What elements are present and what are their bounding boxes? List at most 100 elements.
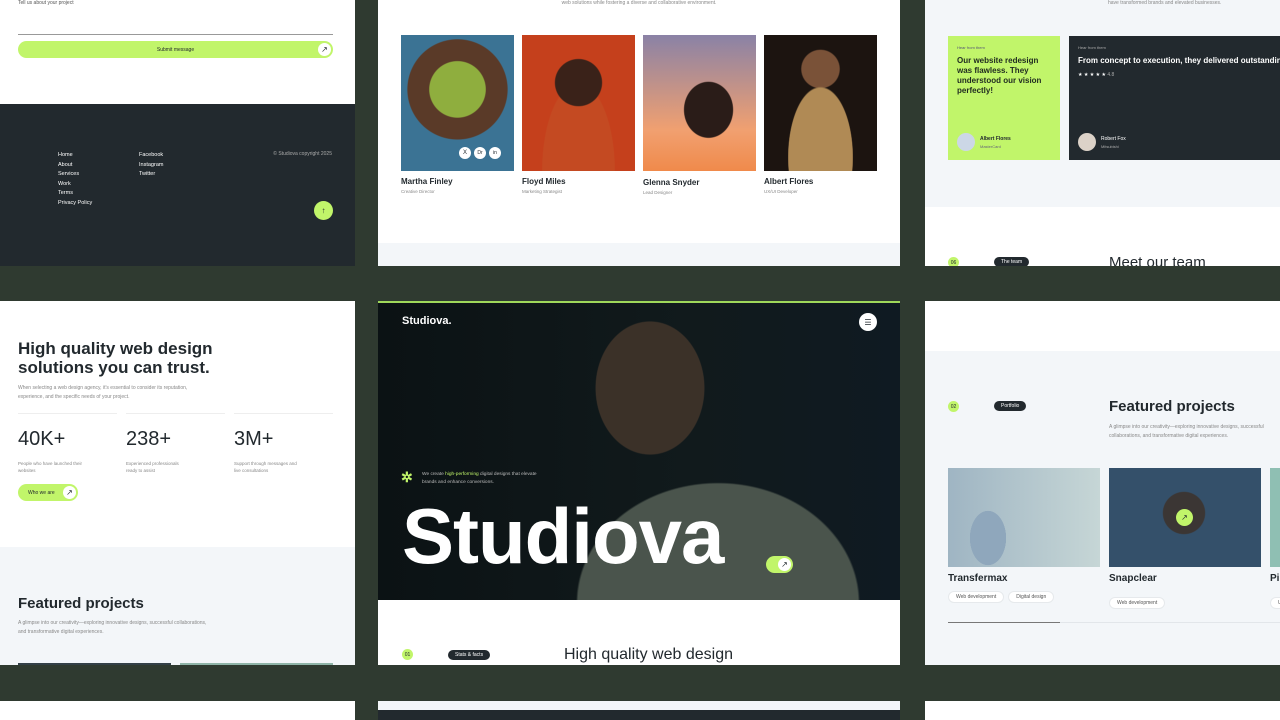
submit-button[interactable]: Submit message ↗: [18, 41, 333, 58]
project-name: Snapclear: [1109, 573, 1157, 584]
featured-heading: Featured projects: [18, 595, 144, 612]
stats-description: When selecting a web design agency, it's…: [18, 385, 188, 400]
section-number: 02: [948, 401, 959, 412]
stat-label: Experienced professionals ready to assis…: [126, 461, 179, 473]
panel-fragment: [0, 701, 355, 720]
footer-link-services[interactable]: Services: [58, 171, 92, 177]
member-role: UX/UI Developer: [764, 189, 798, 194]
section-tag: The team: [994, 257, 1030, 266]
featured-heading: Featured projects: [1109, 398, 1235, 415]
section-heading: High quality web design: [564, 646, 733, 663]
star-rating-icon: ★ ★ ★ ★ ★: [1078, 72, 1106, 78]
team-intro: web solutions while fostering a diverse …: [561, 0, 717, 6]
linkedin-social-icon[interactable]: in: [489, 147, 501, 159]
rating-value: 4.8: [1107, 72, 1115, 78]
project-name: Transfermax: [948, 573, 1008, 584]
project-tag: U: [1270, 597, 1280, 609]
project-image[interactable]: ↗: [1109, 468, 1261, 567]
member-name: Floyd Miles: [522, 177, 566, 186]
member-photo: X Dr in: [401, 35, 514, 171]
dribbble-social-icon[interactable]: Dr: [474, 147, 486, 159]
stat-value: 3M+: [234, 428, 274, 450]
author-company: MasterCard: [980, 144, 1001, 149]
section-divider: [378, 243, 900, 266]
footer-link-work[interactable]: Work: [58, 181, 92, 187]
logo[interactable]: Studiova.: [402, 315, 452, 327]
arrow-up-icon: ↑: [321, 206, 326, 215]
member-photo: [643, 35, 756, 171]
menu-button[interactable]: ☰: [859, 313, 877, 331]
contact-footer-panel: Tell us about your project Submit messag…: [0, 0, 355, 266]
portfolio-panel: 02 Portfolio Featured projects A glimpse…: [925, 301, 1280, 665]
member-photo: [764, 35, 877, 171]
project-image[interactable]: [1270, 468, 1280, 567]
arrow-icon: ↗: [63, 486, 76, 499]
author-company: Mitsubishi: [1101, 144, 1119, 149]
message-input[interactable]: [18, 34, 333, 35]
testimonial-card: Hear from them Our website redesign was …: [948, 36, 1060, 160]
footer-link-home[interactable]: Home: [58, 152, 92, 158]
footer-link-about[interactable]: About: [58, 162, 92, 168]
open-project-icon[interactable]: ↗: [1176, 509, 1193, 526]
hamburger-icon: ☰: [864, 317, 872, 327]
author-name: Robert Fox: [1101, 136, 1126, 142]
hero-tagline: We create high-performing digital design…: [422, 472, 537, 485]
who-we-are-button[interactable]: Who we are ↗: [18, 484, 78, 501]
project-tag: Web development: [1109, 597, 1166, 609]
back-to-top-button[interactable]: ↑: [314, 201, 333, 220]
footer-link-twitter[interactable]: Twitter: [139, 171, 163, 177]
author-name: Albert Flores: [980, 136, 1011, 142]
section-heading: Meet our team: [1109, 254, 1206, 266]
card-label: Hear from them: [1078, 45, 1106, 50]
member-role: Lead Designer: [643, 190, 673, 195]
member-role: Marketing Strategist: [522, 189, 563, 194]
project-image[interactable]: [948, 468, 1100, 567]
member-name: Glenna Snyder: [643, 178, 700, 187]
section-tag: Stats & facts: [448, 650, 491, 660]
panel-fragment: [378, 701, 900, 720]
member-name: Albert Flores: [764, 177, 814, 186]
stat-label: Support through messages and live consul…: [234, 461, 297, 473]
card-label: Hear from them: [957, 45, 985, 50]
hero-image: Studiova. ☰ ✲ We create high-performing …: [378, 301, 900, 600]
asterisk-icon: ✲: [401, 469, 413, 485]
footer-link-facebook[interactable]: Facebook: [139, 152, 163, 158]
submit-label: Submit message: [156, 46, 195, 53]
section-number: 01: [402, 649, 413, 660]
section-number: 06: [948, 257, 959, 266]
arrow-icon: ↗: [778, 558, 791, 571]
quote: Our website redesign was flawless. They …: [957, 56, 1042, 95]
carousel-scrollbar[interactable]: [948, 622, 1280, 623]
avatar: [957, 133, 975, 151]
arrow-icon: ↗: [318, 43, 331, 56]
testimonials-panel: have transformed brands and elevated bus…: [925, 0, 1280, 266]
stats-heading: High quality web design solutions you ca…: [18, 339, 213, 377]
project-name: Pi: [1270, 573, 1280, 584]
hero-cta-button[interactable]: ↗: [766, 556, 793, 573]
footer-link-instagram[interactable]: Instagram: [139, 162, 163, 168]
testimonial-card: Hear from them From concept to execution…: [1069, 36, 1280, 160]
testimonials-intro: have transformed brands and elevated bus…: [1108, 0, 1222, 6]
panel-fragment: [925, 701, 1280, 720]
field-label: Tell us about your project: [18, 0, 74, 6]
member-role: Creative Director: [401, 189, 435, 194]
footer-link-terms[interactable]: Terms: [58, 190, 92, 196]
team-panel: web solutions while fostering a diverse …: [378, 0, 900, 266]
stat-value: 238+: [126, 428, 172, 450]
section-tag: Portfolio: [994, 401, 1027, 411]
avatar: [1078, 133, 1096, 151]
member-name: Martha Finley: [401, 177, 453, 186]
stats-panel: High quality web design solutions you ca…: [0, 301, 355, 665]
hero-title: Studiova: [402, 492, 724, 580]
featured-description: A glimpse into our creativity—exploring …: [18, 620, 207, 635]
copyright: © Studiova copyright 2025: [273, 151, 332, 157]
footer-link-privacy[interactable]: Privacy Policy: [58, 200, 92, 206]
quote: From concept to execution, they delivere…: [1078, 56, 1280, 65]
stat-value: 40K+: [18, 428, 66, 450]
footer: Home About Services Work Terms Privacy P…: [0, 104, 355, 266]
project-tag: Web development: [948, 591, 1005, 603]
member-photo: [522, 35, 635, 171]
button-label: Who we are: [28, 489, 55, 496]
stat-label: People who have launched their websites: [18, 461, 83, 473]
x-social-icon[interactable]: X: [459, 147, 471, 159]
